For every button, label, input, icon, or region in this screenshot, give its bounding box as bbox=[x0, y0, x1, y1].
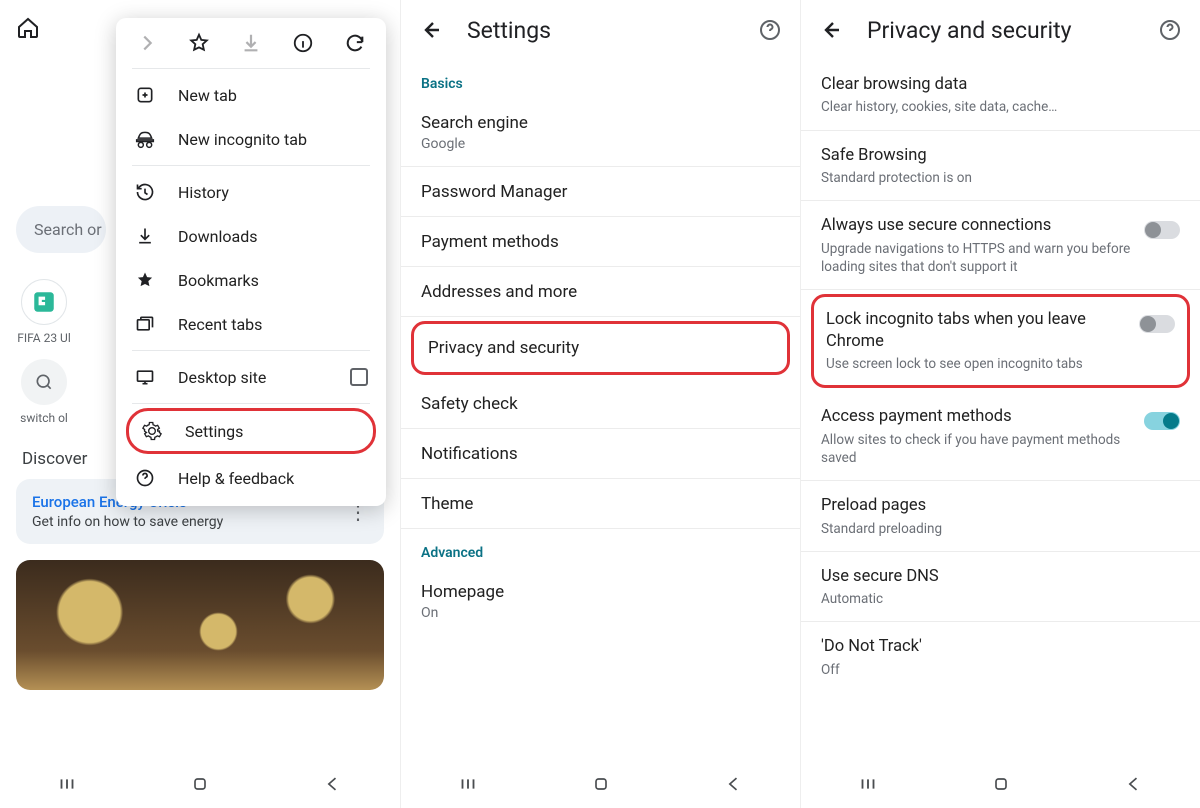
row-payment-methods[interactable]: Payment methods bbox=[401, 217, 800, 267]
toggle-secure-connections[interactable] bbox=[1144, 221, 1180, 239]
row-addresses[interactable]: Addresses and more bbox=[401, 267, 800, 317]
star-icon[interactable] bbox=[188, 32, 210, 54]
row-privacy-security[interactable]: Privacy and security bbox=[411, 321, 790, 375]
row-safety-check[interactable]: Safety check bbox=[401, 379, 800, 429]
home-button[interactable] bbox=[189, 773, 211, 795]
recents-button[interactable] bbox=[857, 773, 879, 795]
home-button[interactable] bbox=[990, 773, 1012, 795]
row-theme[interactable]: Theme bbox=[401, 479, 800, 529]
back-icon[interactable] bbox=[419, 18, 443, 42]
system-navbar bbox=[401, 760, 800, 808]
row-notifications[interactable]: Notifications bbox=[401, 429, 800, 479]
menu-new-tab[interactable]: New tab bbox=[116, 73, 386, 117]
incognito-icon bbox=[134, 129, 156, 149]
back-icon[interactable] bbox=[819, 18, 843, 42]
row-access-payment[interactable]: Access payment methodsAllow sites to che… bbox=[801, 392, 1200, 481]
menu-help[interactable]: Help & feedback bbox=[116, 456, 386, 500]
help-icon[interactable] bbox=[758, 18, 782, 42]
desktop-checkbox[interactable] bbox=[350, 368, 368, 386]
pane-privacy-security: Privacy and security Clear browsing data… bbox=[800, 0, 1200, 808]
search-pill[interactable]: Search or bbox=[16, 206, 106, 253]
back-button[interactable] bbox=[322, 773, 344, 795]
row-search-engine[interactable]: Search engine Google bbox=[401, 98, 800, 167]
row-lock-incognito[interactable]: Lock incognito tabs when you leave Chrom… bbox=[811, 294, 1190, 388]
settings-header: Settings bbox=[401, 0, 800, 60]
menu-bookmarks[interactable]: Bookmarks bbox=[116, 258, 386, 302]
system-navbar bbox=[0, 760, 400, 808]
system-navbar bbox=[801, 760, 1200, 808]
back-button[interactable] bbox=[1123, 773, 1145, 795]
section-basics: Basics bbox=[401, 60, 800, 98]
menu-desktop-site[interactable]: Desktop site bbox=[116, 355, 386, 399]
menu-settings[interactable]: Settings bbox=[126, 408, 376, 454]
recents-button[interactable] bbox=[457, 773, 479, 795]
settings-title: Settings bbox=[467, 17, 734, 44]
row-preload[interactable]: Preload pagesStandard preloading bbox=[801, 481, 1200, 552]
row-homepage[interactable]: Homepage On bbox=[401, 567, 800, 635]
menu-incognito[interactable]: New incognito tab bbox=[116, 117, 386, 161]
pane-settings: Settings Basics Search engine Google Pas… bbox=[400, 0, 800, 808]
row-password-manager[interactable]: Password Manager bbox=[401, 167, 800, 217]
card-subtitle: Get info on how to save energy bbox=[32, 514, 223, 530]
recent-tabs-icon bbox=[134, 314, 156, 334]
desktop-icon bbox=[134, 367, 156, 387]
privacy-title: Privacy and security bbox=[867, 17, 1134, 44]
row-safe-browsing[interactable]: Safe BrowsingStandard protection is on bbox=[801, 131, 1200, 202]
back-button[interactable] bbox=[723, 773, 745, 795]
home-button[interactable] bbox=[590, 773, 612, 795]
download-icon[interactable] bbox=[240, 32, 262, 54]
menu-recent-tabs[interactable]: Recent tabs bbox=[116, 302, 386, 346]
section-advanced: Advanced bbox=[401, 529, 800, 567]
row-do-not-track[interactable]: 'Do Not Track'Off bbox=[801, 622, 1200, 692]
bookmarks-icon bbox=[134, 270, 156, 290]
gear-icon bbox=[141, 421, 163, 441]
home-icon[interactable] bbox=[16, 16, 40, 40]
help-icon[interactable] bbox=[1158, 18, 1182, 42]
recents-button[interactable] bbox=[56, 773, 78, 795]
help-icon bbox=[134, 468, 156, 488]
forward-icon[interactable] bbox=[136, 32, 158, 54]
toggle-lock-incognito[interactable] bbox=[1139, 315, 1175, 333]
refresh-icon[interactable] bbox=[344, 32, 366, 54]
overflow-menu: New tab New incognito tab History Downlo… bbox=[116, 18, 386, 506]
shortcut-fifa[interactable]: FIFA 23 Ul bbox=[16, 279, 72, 345]
menu-downloads[interactable]: Downloads bbox=[116, 214, 386, 258]
pane-chrome-menu: Search or FIFA 23 Ul switch ol Discover … bbox=[0, 0, 400, 808]
discover-image[interactable] bbox=[16, 560, 384, 690]
row-clear-data[interactable]: Clear browsing dataClear history, cookie… bbox=[801, 60, 1200, 131]
menu-history[interactable]: History bbox=[116, 170, 386, 214]
shortcut-switch[interactable]: switch ol bbox=[16, 359, 72, 425]
history-icon bbox=[134, 182, 156, 202]
downloads-icon bbox=[134, 226, 156, 246]
info-icon[interactable] bbox=[292, 32, 314, 54]
plus-square-icon bbox=[134, 85, 156, 105]
privacy-header: Privacy and security bbox=[801, 0, 1200, 60]
toggle-access-payment[interactable] bbox=[1144, 412, 1180, 430]
row-secure-dns[interactable]: Use secure DNSAutomatic bbox=[801, 552, 1200, 623]
row-secure-connections[interactable]: Always use secure connectionsUpgrade nav… bbox=[801, 201, 1200, 290]
